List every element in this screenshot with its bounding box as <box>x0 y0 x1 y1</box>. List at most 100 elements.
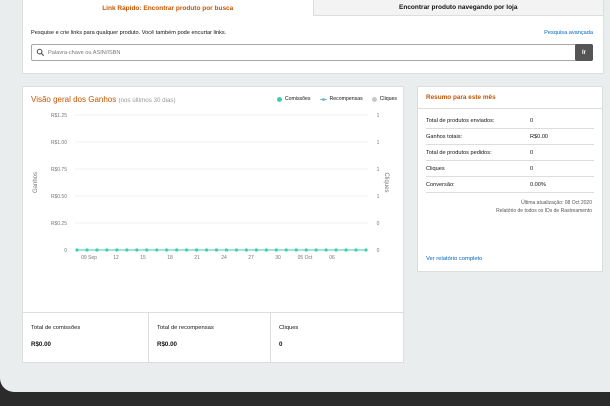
x-tick-label: 09 Sep <box>81 255 97 261</box>
total-rewards: Total de recompensas R$0.00 <box>149 313 271 363</box>
commissions-data-point <box>145 248 149 252</box>
x-tick-label: 27 <box>248 255 254 261</box>
search-hint-text: Pesquise e crie links para qualquer prod… <box>31 30 227 36</box>
product-search-box <box>31 44 593 61</box>
summary-row-value: 0 <box>530 149 534 156</box>
commissions-data-point <box>304 248 308 252</box>
legend-rewards[interactable]: Recompensas <box>319 96 363 102</box>
y-right-tick-label: 1 <box>377 140 380 146</box>
y-tick-label: 0 <box>64 248 67 254</box>
commissions-data-point <box>364 248 368 252</box>
legend-clicks-label: Cliques <box>379 96 397 102</box>
total-clicks-label: Cliques <box>279 325 299 331</box>
total-commissions-label: Total de comissões <box>31 325 81 331</box>
legend-commissions-label: Comissões <box>284 96 311 102</box>
y-right-tick-label: 1 <box>377 194 380 200</box>
earnings-title: Visão geral dos Ganhos (nos últimos 30 d… <box>31 95 176 104</box>
legend-clicks-dot <box>371 96 377 102</box>
last-update-text: Última atualização: 08 Oct 2020 <box>521 200 592 206</box>
total-rewards-label: Total de recompensas <box>157 325 214 331</box>
search-go-button[interactable]: Ir <box>575 44 593 61</box>
tab-quick-link-search[interactable]: Link Rápido: Encontrar produto por busca <box>23 0 313 16</box>
summary-row-label: Total de produtos enviados: <box>426 117 495 124</box>
summary-row-value: 0 <box>530 165 534 172</box>
advanced-search-link[interactable]: Pesquisa avançada <box>544 30 593 36</box>
legend-clicks[interactable]: Cliques <box>371 96 397 102</box>
y-tick-label: R$1.00 <box>51 140 67 146</box>
summary-title: Resumo para este mês <box>418 87 602 109</box>
x-tick-label: 18 <box>167 255 173 261</box>
total-commissions: Total de comissões R$0.00 <box>23 313 149 363</box>
chart-legend: Comissões Recompensas Cliques <box>276 96 397 102</box>
summary-row: Total de produtos pedidos: 0 <box>426 145 594 161</box>
commissions-data-point <box>175 248 179 252</box>
x-tick-label: 05 Oct <box>298 255 313 261</box>
total-clicks: Cliques 0 <box>271 313 403 363</box>
commissions-data-point <box>125 248 129 252</box>
y-tick-label: R$1.25 <box>51 113 67 119</box>
commissions-data-point <box>264 248 268 252</box>
x-tick-label: 21 <box>194 255 200 261</box>
link-builder-tabs: Link Rápido: Encontrar produto por busca… <box>23 0 603 16</box>
summary-row: Conversão: 0.00% <box>426 177 594 193</box>
product-search-input[interactable] <box>48 45 578 60</box>
y-right-tick-label: 1 <box>377 113 380 119</box>
commissions-data-point <box>334 248 338 252</box>
commissions-data-point <box>95 248 99 252</box>
legend-commissions[interactable]: Comissões <box>276 96 311 102</box>
summary-row: Total de produtos enviados: 0 <box>426 113 594 129</box>
summary-row-value: R$0.00 <box>530 133 549 140</box>
x-tick-label: 30 <box>275 255 281 261</box>
summary-row: Cliques 0 <box>426 161 594 177</box>
total-commissions-value: R$0.00 <box>31 341 51 348</box>
y-axis-label: Ganhos <box>33 172 39 193</box>
x-tick-label: 12 <box>113 255 119 261</box>
commissions-data-point <box>165 248 169 252</box>
commissions-data-point <box>185 248 189 252</box>
commissions-data-point <box>85 248 89 252</box>
earnings-title-text: Visão geral dos Ganhos <box>31 95 117 104</box>
full-report-link[interactable]: Ver relatório completo <box>426 256 482 262</box>
earnings-chart: R$1.25 1 R$1.00 1 R$0.75 1 R$0.50 1 R$0.25 0 0 0 Gan… <box>33 113 389 261</box>
commissions-data-point <box>354 248 358 252</box>
y-right-tick-label: 1 <box>377 167 380 173</box>
commissions-data-point <box>284 248 288 252</box>
report-scope-text: Relatório de todos os IDs de Rastreament… <box>496 208 592 214</box>
search-icon <box>36 48 45 57</box>
summary-meta: Última atualização: 08 Oct 2020 Relatóri… <box>418 199 602 215</box>
x-tick-label: 06 <box>329 255 335 261</box>
commissions-data-point <box>224 248 229 252</box>
y-tick-label: R$0.25 <box>51 221 67 227</box>
summary-row-value: 0.00% <box>530 181 546 188</box>
commissions-data-point <box>234 248 239 252</box>
y-right-axis-label: Cliques <box>383 172 389 192</box>
commissions-data-point <box>274 248 278 252</box>
commissions-data-point <box>105 248 109 252</box>
y-tick-label: R$0.75 <box>51 167 67 173</box>
y-right-tick-label: 0 <box>377 248 380 254</box>
legend-rewards-marker <box>319 97 327 102</box>
app-screen: Link Rápido: Encontrar produto por busca… <box>0 0 610 392</box>
commissions-data-point <box>254 248 258 252</box>
link-builder-panel: Link Rápido: Encontrar produto por busca… <box>22 0 604 74</box>
summary-row-label: Cliques <box>426 165 445 172</box>
summary-row-label: Ganhos totais: <box>426 133 463 140</box>
commissions-data-point <box>214 248 219 252</box>
summary-row-value: 0 <box>530 117 534 124</box>
commissions-data-point <box>135 248 139 252</box>
earnings-totals: Total de comissões R$0.00 Total de recom… <box>23 312 403 363</box>
summary-row-label: Total de produtos pedidos: <box>426 149 492 156</box>
total-clicks-value: 0 <box>279 341 283 348</box>
commissions-data-point <box>194 248 199 252</box>
commissions-data-point <box>344 248 348 252</box>
total-rewards-value: R$0.00 <box>157 341 177 348</box>
x-tick-label: 15 <box>140 255 146 261</box>
commissions-data-point <box>115 248 119 252</box>
y-right-tick-label: 0 <box>377 221 380 227</box>
summary-row-label: Conversão: <box>426 181 455 188</box>
commissions-data-point <box>314 248 318 252</box>
tab-browse-by-store[interactable]: Encontrar produto navegando por loja <box>312 0 603 16</box>
commissions-data-point <box>244 248 249 252</box>
earnings-overview-panel: Visão geral dos Ganhos (nos últimos 30 d… <box>22 86 404 363</box>
summary-row: Ganhos totais: R$0.00 <box>426 129 594 145</box>
